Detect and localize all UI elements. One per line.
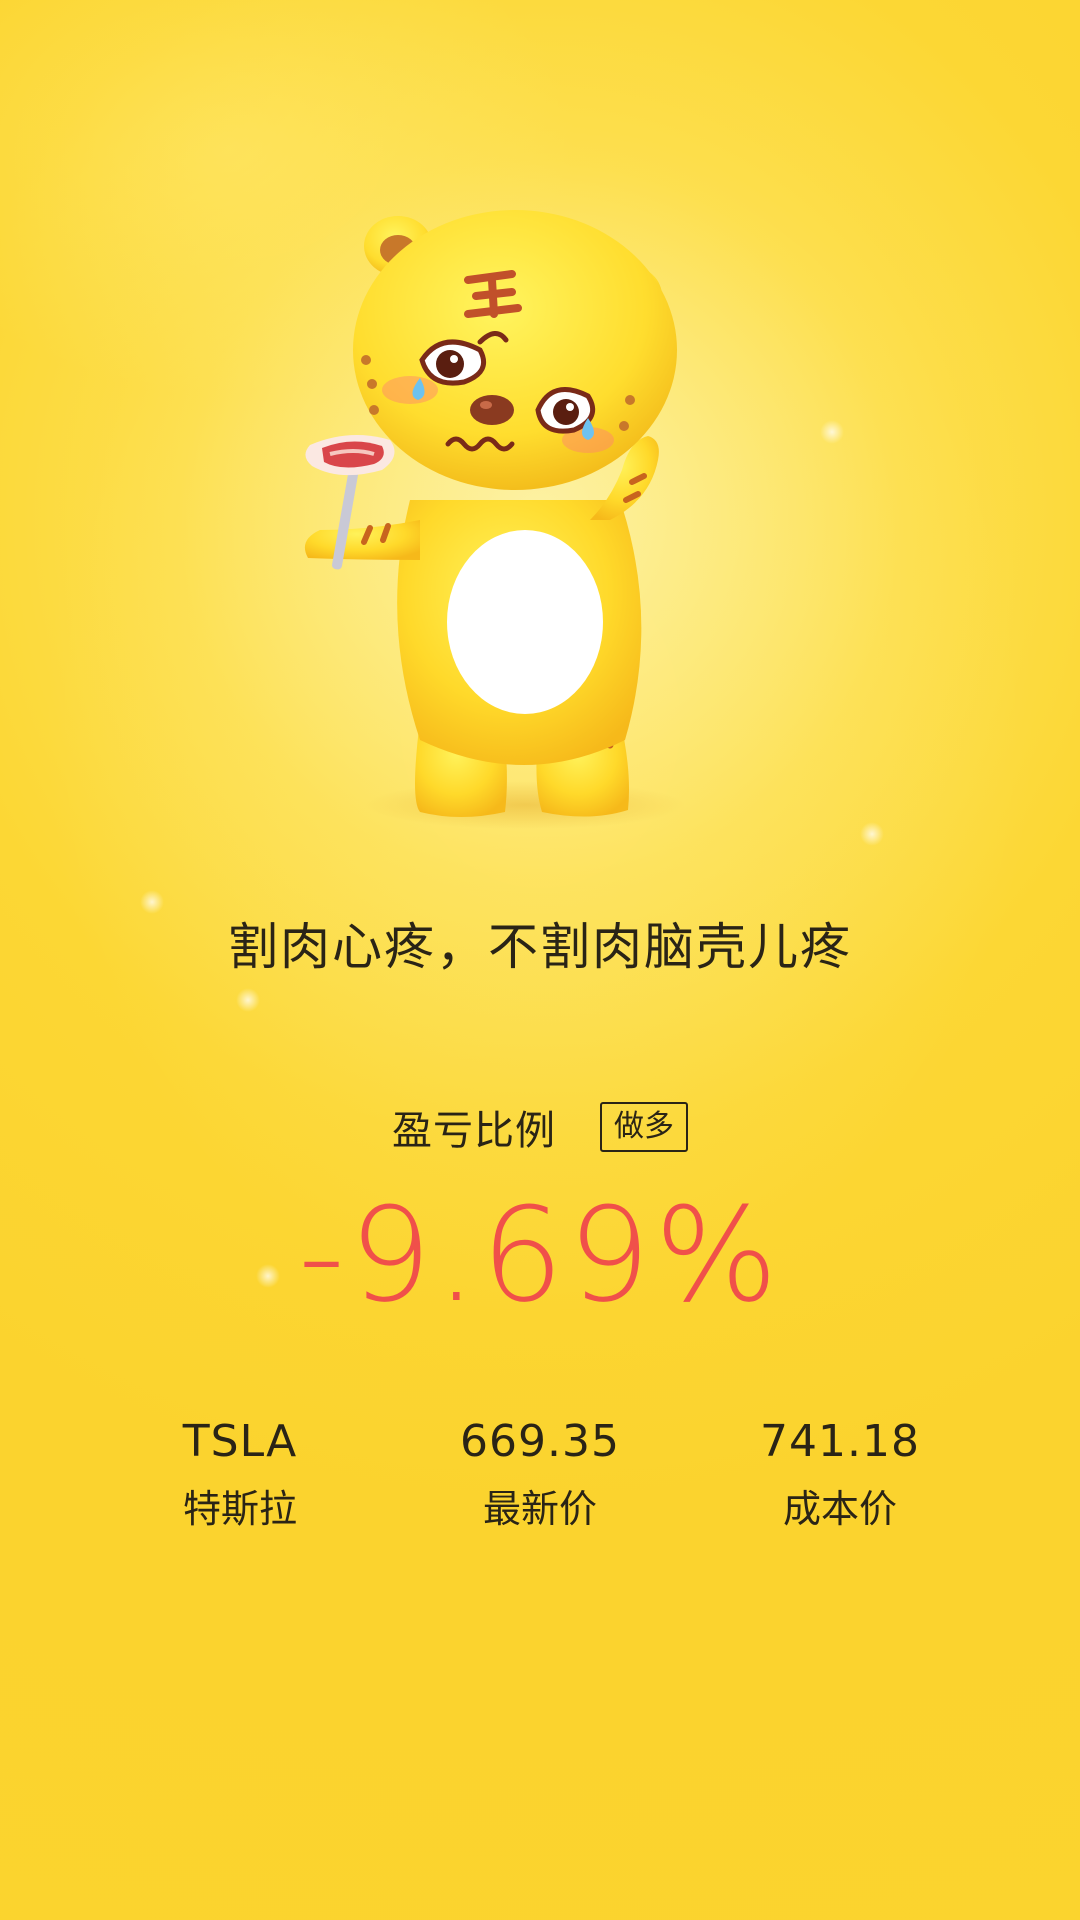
tiger-mascot-icon [270, 200, 790, 840]
profit-loss-percentage: -9.69% [298, 1179, 782, 1331]
direction-badge: 做多 [600, 1102, 688, 1152]
share-card: 割肉心疼，不割肉脑壳儿疼 盈亏比例 做多 -9.69% TSLA 特斯拉 669… [0, 0, 1080, 1920]
latest-price-label: 最新价 [482, 1487, 597, 1531]
stat-cost-price: 741.18 成本价 [690, 1412, 990, 1534]
company-name: 特斯拉 [182, 1487, 297, 1531]
latest-price-value: 669.35 [460, 1416, 620, 1467]
sparkle-decoration [860, 822, 884, 846]
ticker-symbol: TSLA [182, 1416, 298, 1467]
sparkle-decoration [236, 988, 260, 1012]
stat-ticker: TSLA 特斯拉 [90, 1412, 390, 1534]
ratio-label: 盈亏比例 [392, 1108, 556, 1154]
stat-latest-price: 669.35 最新价 [390, 1412, 690, 1534]
stats-row: TSLA 特斯拉 669.35 最新价 741.18 成本价 [0, 1412, 1080, 1562]
cost-price-label: 成本价 [782, 1487, 897, 1531]
sparkle-decoration [820, 420, 844, 444]
slogan-text: 割肉心疼，不割肉脑壳儿疼 [228, 918, 852, 976]
ratio-header: 盈亏比例 做多 [0, 1098, 1080, 1156]
sparkle-decoration [140, 890, 164, 914]
cost-price-value: 741.18 [760, 1416, 920, 1467]
